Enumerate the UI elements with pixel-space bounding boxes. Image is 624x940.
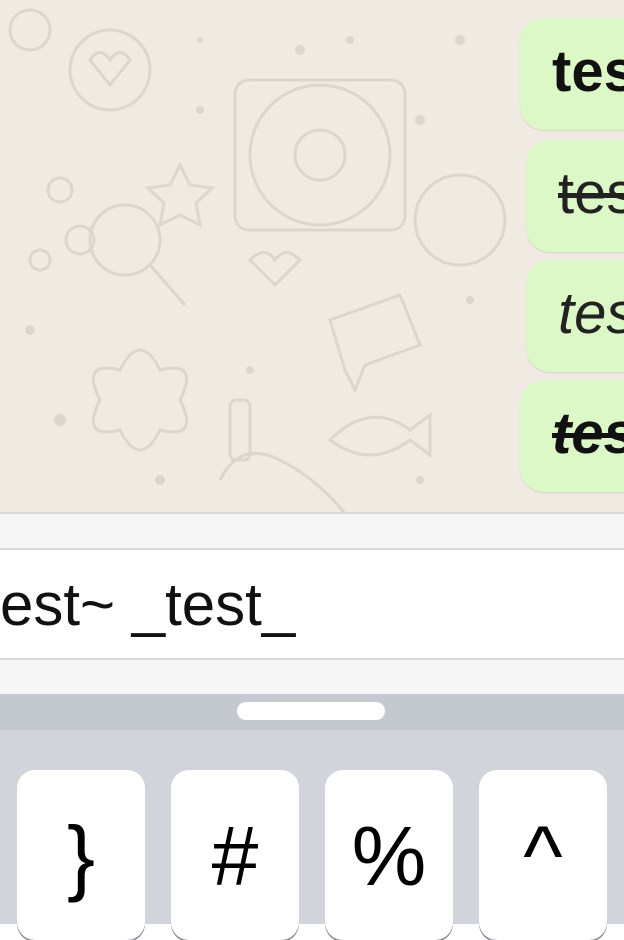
message-input[interactable]: est~ _test_ [0,548,624,660]
message-bubble[interactable]: test [526,260,624,372]
message-bubble[interactable]: test [526,140,624,252]
key-label: % [351,809,427,903]
key-caret[interactable]: ^ [479,770,607,940]
keyboard-top-bar [0,694,624,730]
key-close-brace[interactable]: } [17,770,145,940]
chat-area[interactable]: test test test test [0,0,624,512]
key-label: } [66,809,96,903]
key-hash[interactable]: # [171,770,299,940]
keyboard-drag-handle[interactable] [237,702,385,720]
message-text: test [558,281,624,346]
message-bubble[interactable]: test [520,18,624,130]
message-text: test [558,161,624,226]
key-percent[interactable]: % [325,770,453,940]
message-input-text: est~ _test_ [0,571,296,638]
composer-bottom-bar [0,660,624,694]
message-bubble[interactable]: test [520,380,624,492]
message-text: test [552,401,624,466]
keyboard: } # % ^ [0,694,624,940]
message-text: test [552,39,624,104]
composer-bar [0,514,624,548]
key-label: # [211,809,259,903]
key-label: ^ [523,809,563,903]
